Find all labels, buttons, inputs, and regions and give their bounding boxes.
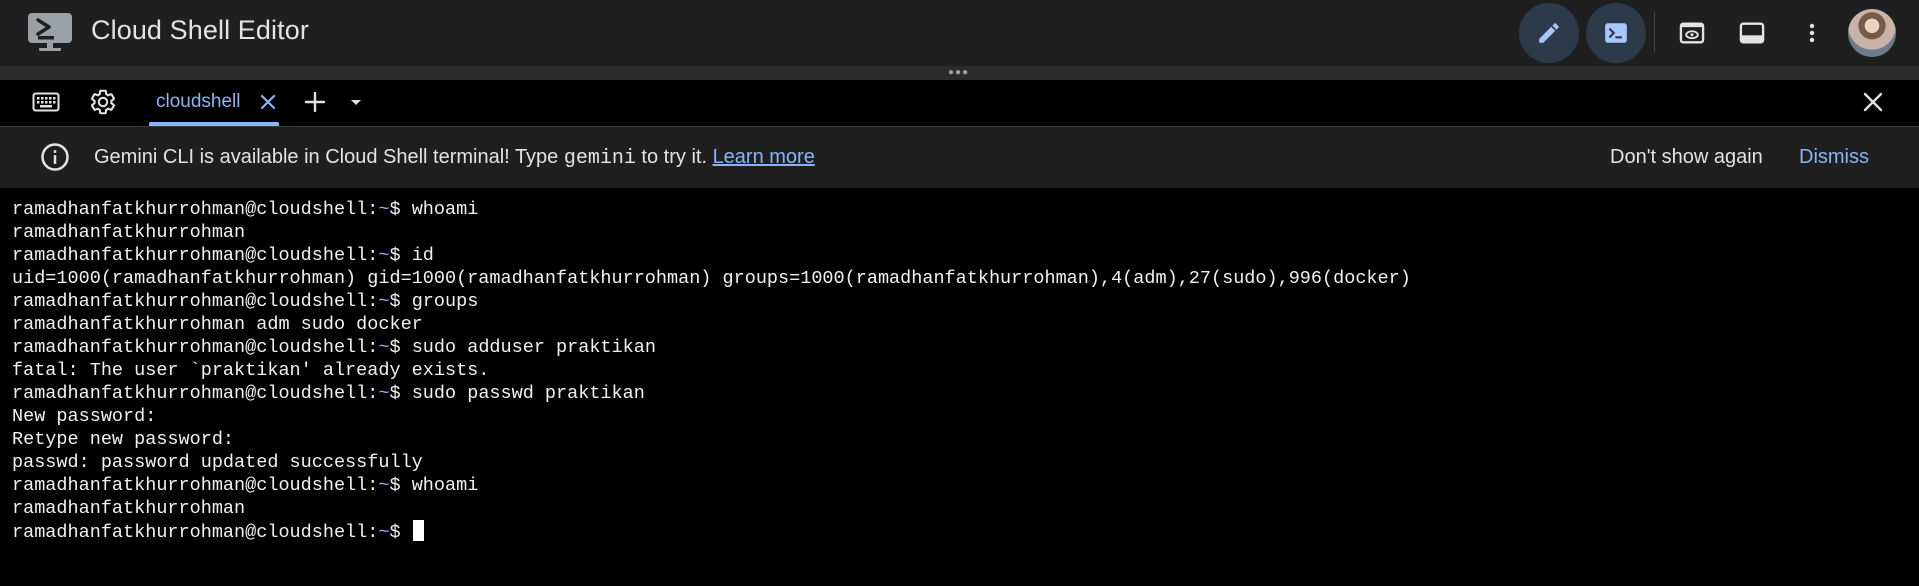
more-options-button[interactable]	[1782, 3, 1842, 63]
prompt-command: whoami	[411, 199, 479, 220]
terminal-prompt-line: ramadhanfatkhurrohman@cloudshell:~$	[12, 520, 1912, 543]
tab-cloudshell[interactable]: cloudshell	[156, 91, 241, 113]
prompt-path: ~	[378, 383, 390, 404]
panel-layout-icon	[1738, 19, 1766, 47]
prompt-symbol: $	[389, 291, 412, 312]
banner-text-part: Gemini CLI is available in Cloud Shell t…	[94, 146, 564, 168]
prompt-path: ~	[378, 337, 390, 358]
toolbar-separator	[1654, 12, 1655, 52]
terminal-output[interactable]: ramadhanfatkhurrohman@cloudshell:~$ whoa…	[12, 198, 1912, 578]
active-tab-indicator	[149, 122, 279, 126]
prompt-user: ramadhanfatkhurrohman@cloudshell:	[12, 337, 379, 358]
terminal-prompt-line: ramadhanfatkhurrohman@cloudshell:~$ sudo…	[12, 382, 1912, 405]
keyboard-icon	[32, 90, 60, 119]
terminal-output-line: passwd: password updated successfully	[12, 452, 423, 473]
settings-button[interactable]	[87, 88, 119, 120]
learn-more-link[interactable]: Learn more	[713, 146, 815, 168]
terminal-output-line: fatal: The user `praktikan' already exis…	[12, 360, 490, 381]
app-title: Cloud Shell Editor	[91, 15, 309, 45]
prompt-path: ~	[378, 199, 390, 220]
prompt-path: ~	[378, 475, 390, 496]
drag-handle-icon[interactable]: ●●●	[948, 68, 969, 78]
terminal-prompt-icon	[1603, 20, 1629, 46]
prompt-symbol: $	[389, 383, 412, 404]
terminal-prompt-line: ramadhanfatkhurrohman@cloudshell:~$ grou…	[12, 290, 1912, 313]
prompt-symbol: $	[389, 245, 412, 266]
cloud-shell-editor: Cloud Shell Editor ●●● cloudshell Gemini…	[0, 0, 1919, 586]
close-tab-button[interactable]	[252, 88, 284, 120]
terminal-prompt-line: ramadhanfatkhurrohman@cloudshell:~$ sudo…	[12, 336, 1912, 359]
chevron-down-icon	[348, 94, 364, 115]
web-preview-icon	[1678, 19, 1706, 47]
editor-button[interactable]	[1519, 3, 1579, 63]
gemini-cli-banner: Gemini CLI is available in Cloud Shell t…	[0, 127, 1919, 188]
prompt-path: ~	[378, 245, 390, 266]
prompt-command: groups	[411, 291, 479, 312]
prompt-user: ramadhanfatkhurrohman@cloudshell:	[12, 245, 379, 266]
prompt-command: sudo passwd praktikan	[411, 383, 645, 404]
plus-icon	[303, 90, 327, 119]
keyboard-button[interactable]	[30, 88, 62, 120]
prompt-symbol: $	[389, 199, 412, 220]
prompt-command: id	[411, 245, 434, 266]
terminal-output-line: uid=1000(ramadhanfatkhurrohman) gid=1000…	[12, 268, 1411, 289]
close-icon	[259, 93, 277, 116]
pencil-icon	[1536, 20, 1562, 46]
web-preview-button[interactable]	[1662, 3, 1722, 63]
prompt-user: ramadhanfatkhurrohman@cloudshell:	[12, 522, 379, 543]
prompt-path: ~	[378, 291, 390, 312]
terminal-output-line: Retype new password:	[12, 429, 235, 450]
banner-message: Gemini CLI is available in Cloud Shell t…	[94, 146, 815, 170]
terminal-prompt-line: ramadhanfatkhurrohman@cloudshell:~$ whoa…	[12, 198, 1912, 221]
dismiss-button[interactable]: Dismiss	[1799, 146, 1869, 169]
terminal-output-line: New password:	[12, 406, 157, 427]
terminal-prompt-line: ramadhanfatkhurrohman@cloudshell:~$ whoa…	[12, 474, 1912, 497]
terminal-prompt-line: ramadhanfatkhurrohman@cloudshell:~$ id	[12, 244, 1912, 267]
banner-text-part: to try it.	[635, 146, 713, 168]
more-vert-icon	[1800, 21, 1824, 45]
terminal-cursor	[412, 520, 424, 541]
close-icon	[1862, 91, 1884, 118]
top-app-bar: Cloud Shell Editor	[0, 0, 1919, 66]
add-tab-button[interactable]	[299, 88, 331, 120]
prompt-symbol: $	[389, 337, 412, 358]
gear-icon	[89, 88, 117, 121]
cloud-shell-terminal-icon	[27, 12, 73, 52]
prompt-user: ramadhanfatkhurrohman@cloudshell:	[12, 199, 379, 220]
terminal-button[interactable]	[1586, 3, 1646, 63]
close-panel-button[interactable]	[1857, 88, 1889, 120]
terminal-tab-bar: cloudshell	[0, 80, 1919, 127]
tab-dropdown-button[interactable]	[340, 88, 372, 120]
prompt-path: ~	[378, 522, 390, 543]
prompt-user: ramadhanfatkhurrohman@cloudshell:	[12, 291, 379, 312]
terminal-output-line: ramadhanfatkhurrohman	[12, 222, 246, 243]
prompt-user: ramadhanfatkhurrohman@cloudshell:	[12, 383, 379, 404]
terminal-output-line: ramadhanfatkhurrohman	[12, 498, 246, 519]
prompt-symbol: $	[389, 522, 412, 543]
info-icon	[40, 142, 70, 172]
dont-show-again-button[interactable]: Don't show again	[1610, 146, 1763, 169]
prompt-command: sudo adduser praktikan	[411, 337, 656, 358]
terminal-output-line: ramadhanfatkhurrohman adm sudo docker	[12, 314, 423, 335]
layout-button[interactable]	[1722, 3, 1782, 63]
prompt-command: whoami	[411, 475, 479, 496]
prompt-symbol: $	[389, 475, 412, 496]
banner-command: gemini	[563, 147, 636, 170]
prompt-user: ramadhanfatkhurrohman@cloudshell:	[12, 475, 379, 496]
avatar[interactable]	[1848, 9, 1896, 57]
